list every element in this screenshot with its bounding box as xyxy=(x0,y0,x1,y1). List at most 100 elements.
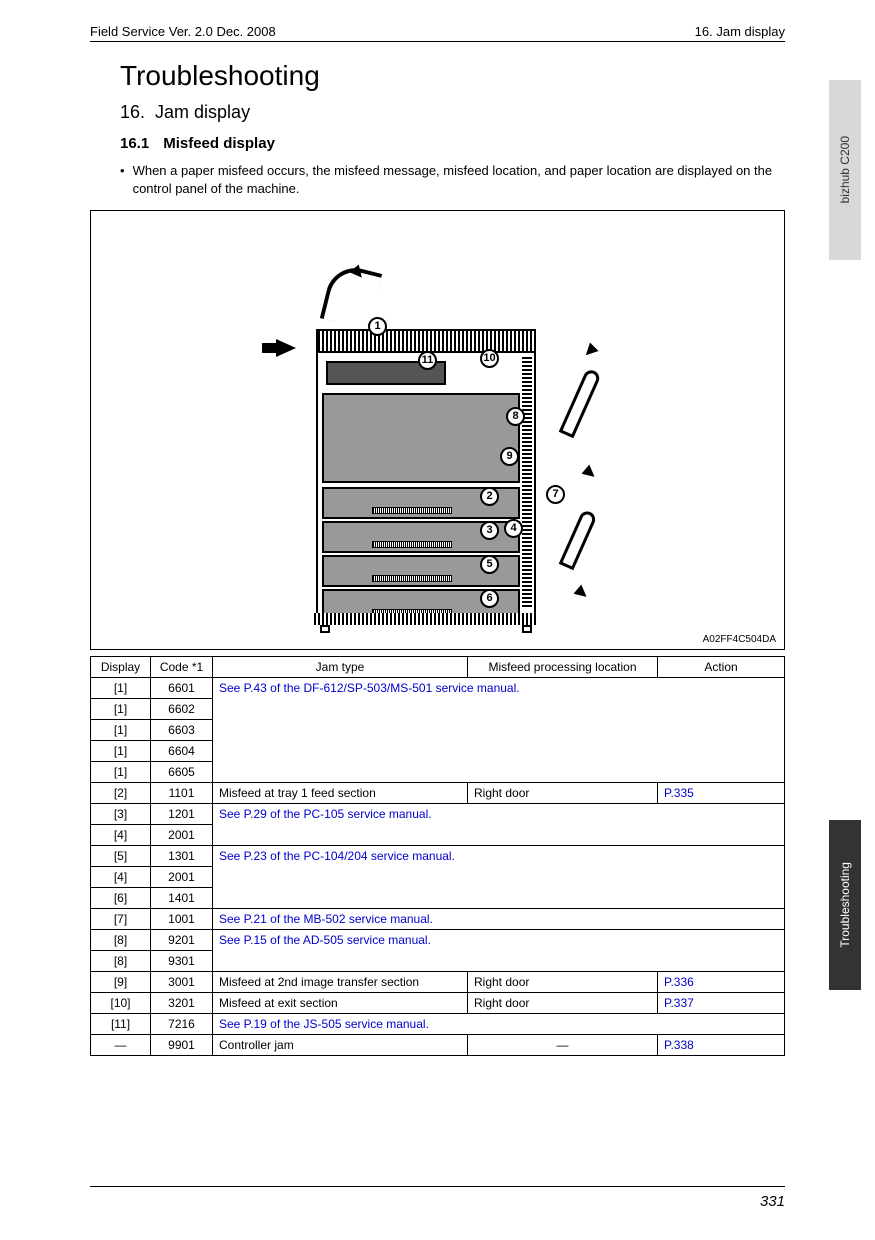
table-body: [1]6601See P.43 of the DF-612/SP-503/MS-… xyxy=(91,678,785,1056)
table-row: [1]6601See P.43 of the DF-612/SP-503/MS-… xyxy=(91,678,785,699)
page-number: 331 xyxy=(760,1193,785,1210)
side-tab-section-label: Troubleshooting xyxy=(838,862,852,948)
side-tab-section: Troubleshooting xyxy=(829,820,861,990)
intro-bullet: • When a paper misfeed occurs, the misfe… xyxy=(120,162,785,198)
col-action: Action xyxy=(658,657,785,678)
cell-span-note[interactable]: See P.43 of the DF-612/SP-503/MS-501 ser… xyxy=(213,678,785,783)
cell-display: — xyxy=(91,1035,151,1056)
intro-text: When a paper misfeed occurs, the misfeed… xyxy=(133,162,785,198)
col-code: Code *1 xyxy=(151,657,213,678)
subsection-text: Misfeed display xyxy=(163,135,275,152)
cell-display: [4] xyxy=(91,867,151,888)
printer-top xyxy=(318,331,534,353)
diagram-code: A02FF4C504DA xyxy=(703,634,776,645)
table-row: [5]1301See P.23 of the PC-104/204 servic… xyxy=(91,846,785,867)
cell-code: 6605 xyxy=(151,762,213,783)
cell-display: [4] xyxy=(91,825,151,846)
page-header: Field Service Ver. 2.0 Dec. 2008 16. Jam… xyxy=(90,24,785,42)
printer-foot xyxy=(522,625,532,633)
cell-display: [3] xyxy=(91,804,151,825)
printer-base xyxy=(314,613,538,625)
cell-jamtype: Misfeed at 2nd image transfer section xyxy=(213,972,468,993)
cell-span-note[interactable]: See P.23 of the PC-104/204 service manua… xyxy=(213,846,785,909)
cell-code: 7216 xyxy=(151,1014,213,1035)
cell-code: 9201 xyxy=(151,930,213,951)
cell-display: [9] xyxy=(91,972,151,993)
cell-code: 6604 xyxy=(151,741,213,762)
cell-code: 1101 xyxy=(151,783,213,804)
cell-code: 1201 xyxy=(151,804,213,825)
col-location: Misfeed processing location xyxy=(468,657,658,678)
cell-action[interactable]: P.337 xyxy=(658,993,785,1014)
arrow-icon xyxy=(582,343,599,360)
printer-side xyxy=(522,357,532,607)
col-jamtype: Jam type xyxy=(213,657,468,678)
chapter-title: Troubleshooting xyxy=(120,60,785,92)
cell-code: 6603 xyxy=(151,720,213,741)
cell-location: Right door xyxy=(468,993,658,1014)
cell-code: 3201 xyxy=(151,993,213,1014)
cell-code: 2001 xyxy=(151,825,213,846)
cell-location: Right door xyxy=(468,972,658,993)
cell-action[interactable]: P.335 xyxy=(658,783,785,804)
cell-span-note[interactable]: See P.19 of the JS-505 service manual. xyxy=(213,1014,785,1035)
page-footer: 331 xyxy=(90,1186,785,1210)
section-text: Jam display xyxy=(155,102,250,123)
header-left: Field Service Ver. 2.0 Dec. 2008 xyxy=(90,24,276,39)
cell-display: [1] xyxy=(91,678,151,699)
cell-action[interactable]: P.338 xyxy=(658,1035,785,1056)
arrow-icon xyxy=(582,465,599,482)
cell-display: [2] xyxy=(91,783,151,804)
table-row: [2]1101Misfeed at tray 1 feed sectionRig… xyxy=(91,783,785,804)
cell-code: 6601 xyxy=(151,678,213,699)
cell-location: — xyxy=(468,1035,658,1056)
printer-illustration: 1 2 3 4 5 6 7 8 9 10 11 xyxy=(316,297,536,627)
misfeed-diagram: 1 2 3 4 5 6 7 8 9 10 11 A02FF4C504DA xyxy=(90,210,785,650)
cell-jamtype: Misfeed at tray 1 feed section xyxy=(213,783,468,804)
bullet-icon: • xyxy=(120,162,125,198)
table-row: —9901Controller jam—P.338 xyxy=(91,1035,785,1056)
cell-display: [8] xyxy=(91,951,151,972)
subsection-number: 16.1 xyxy=(120,135,149,152)
table-row: [10]3201Misfeed at exit sectionRight doo… xyxy=(91,993,785,1014)
arrow-icon xyxy=(574,585,591,602)
printer-main xyxy=(322,393,520,483)
cell-location: Right door xyxy=(468,783,658,804)
cell-jamtype: Misfeed at exit section xyxy=(213,993,468,1014)
arrow-icon xyxy=(276,339,296,357)
cell-action[interactable]: P.336 xyxy=(658,972,785,993)
table-row: [11]7216See P.19 of the JS-505 service m… xyxy=(91,1014,785,1035)
section-heading: 16. Jam display xyxy=(120,102,785,123)
cell-display: [5] xyxy=(91,846,151,867)
cell-code: 1301 xyxy=(151,846,213,867)
cell-span-note[interactable]: See P.15 of the AD-505 service manual. xyxy=(213,930,785,972)
cell-display: [8] xyxy=(91,930,151,951)
side-arm xyxy=(559,368,602,438)
section-number: 16. xyxy=(120,102,145,123)
cell-code: 1001 xyxy=(151,909,213,930)
cell-jamtype: Controller jam xyxy=(213,1035,468,1056)
cell-span-note[interactable]: See P.29 of the PC-105 service manual. xyxy=(213,804,785,846)
cell-code: 6602 xyxy=(151,699,213,720)
printer-foot xyxy=(320,625,330,633)
cell-display: [1] xyxy=(91,741,151,762)
side-arm xyxy=(559,509,598,570)
cell-span-note[interactable]: See P.21 of the MB-502 service manual. xyxy=(213,909,785,930)
table-row: [9]3001Misfeed at 2nd image transfer sec… xyxy=(91,972,785,993)
table-row: [7]1001See P.21 of the MB-502 service ma… xyxy=(91,909,785,930)
cell-display: [7] xyxy=(91,909,151,930)
side-tab-model: bizhub C200 xyxy=(829,80,861,260)
jam-table: Display Code *1 Jam type Misfeed process… xyxy=(90,656,785,1056)
header-right: 16. Jam display xyxy=(695,24,785,39)
table-row: [3]1201See P.29 of the PC-105 service ma… xyxy=(91,804,785,825)
cell-code: 3001 xyxy=(151,972,213,993)
table-header-row: Display Code *1 Jam type Misfeed process… xyxy=(91,657,785,678)
subsection-heading: 16.1 Misfeed display xyxy=(120,135,785,152)
page: Field Service Ver. 2.0 Dec. 2008 16. Jam… xyxy=(0,0,875,1240)
cell-display: [1] xyxy=(91,720,151,741)
cell-display: [1] xyxy=(91,699,151,720)
side-tab-model-label: bizhub C200 xyxy=(838,136,852,203)
table-row: [8]9201See P.15 of the AD-505 service ma… xyxy=(91,930,785,951)
cell-code: 2001 xyxy=(151,867,213,888)
cell-display: [6] xyxy=(91,888,151,909)
